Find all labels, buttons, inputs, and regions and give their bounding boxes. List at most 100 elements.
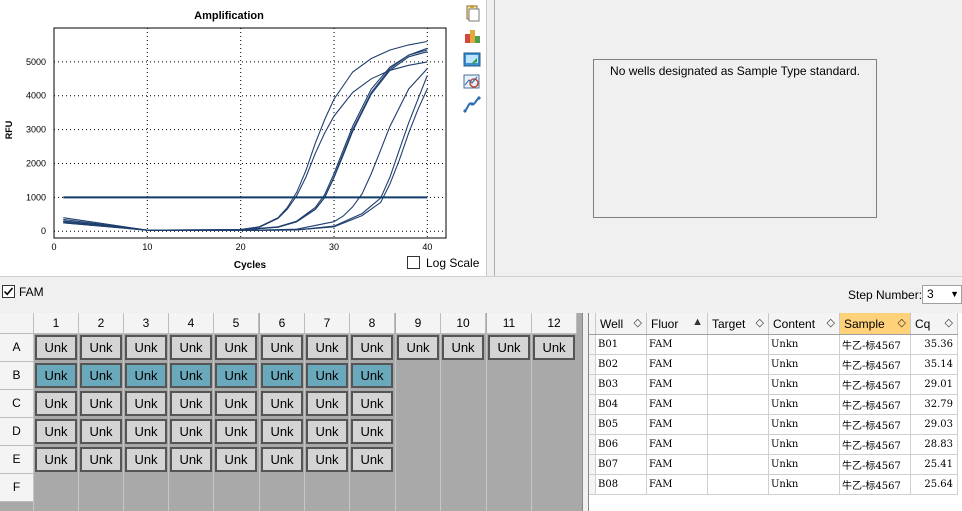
- plate-well-c8[interactable]: Unk: [351, 391, 393, 416]
- plate-column-header[interactable]: 2: [79, 313, 124, 334]
- plate-well-a5[interactable]: Unk: [215, 335, 257, 360]
- cell-cq: 28.83: [910, 434, 958, 455]
- plate-well-b6[interactable]: Unk: [261, 363, 303, 388]
- cell-well: B07: [595, 454, 647, 475]
- plate-well-d1[interactable]: Unk: [35, 419, 77, 444]
- plate-well-d7[interactable]: Unk: [306, 419, 348, 444]
- plate-well-a3[interactable]: Unk: [125, 335, 167, 360]
- plate-well-a4[interactable]: Unk: [170, 335, 212, 360]
- plate-column-header[interactable]: 5: [214, 313, 259, 334]
- x-tick-label: 40: [422, 242, 432, 252]
- plate-gridline: [486, 334, 487, 511]
- plate-column-header[interactable]: 6: [260, 313, 305, 334]
- plate-well-c1[interactable]: Unk: [35, 391, 77, 416]
- y-tick-label: 1000: [26, 192, 46, 202]
- plate-well-e5[interactable]: Unk: [215, 447, 257, 472]
- table-row[interactable]: B05 FAM Unkn 牛乙-标4567 29.03: [589, 414, 958, 435]
- plate-well-a9[interactable]: Unk: [397, 335, 439, 360]
- cell-content: Unkn: [768, 414, 840, 435]
- plate-well-a1[interactable]: Unk: [35, 335, 77, 360]
- log-scale-checkbox[interactable]: [407, 256, 420, 269]
- plate-well-b5[interactable]: Unk: [215, 363, 257, 388]
- plate-well-c6[interactable]: Unk: [261, 391, 303, 416]
- column-header-sample[interactable]: Sample ◇: [839, 313, 911, 335]
- plate-well-e6[interactable]: Unk: [261, 447, 303, 472]
- table-row[interactable]: B04 FAM Unkn 牛乙-标4567 32.79: [589, 394, 958, 415]
- save-image-icon[interactable]: [463, 50, 481, 71]
- plate-well-c5[interactable]: Unk: [215, 391, 257, 416]
- plate-well-d5[interactable]: Unk: [215, 419, 257, 444]
- plate-row-header[interactable]: D: [0, 418, 34, 446]
- cell-sample: 牛乙-标4567: [839, 474, 911, 495]
- amplification-chart[interactable]: Amplification RFU Cycles 0 10 20 30 40 0 1000 2…: [0, 0, 486, 276]
- plate-well-d6[interactable]: Unk: [261, 419, 303, 444]
- plate-well-b1[interactable]: Unk: [35, 363, 77, 388]
- plate-well-e1[interactable]: Unk: [35, 447, 77, 472]
- table-row[interactable]: B02 FAM Unkn 牛乙-标4567 35.14: [589, 354, 958, 375]
- plate-well-b2[interactable]: Unk: [80, 363, 122, 388]
- plate-well-b4[interactable]: Unk: [170, 363, 212, 388]
- plate-corner[interactable]: [0, 313, 34, 334]
- column-header-target[interactable]: Target ◇: [707, 313, 769, 335]
- plate-gridline: [304, 334, 305, 511]
- plate-well-d8[interactable]: Unk: [351, 419, 393, 444]
- plate-well-c3[interactable]: Unk: [125, 391, 167, 416]
- plate-column-header[interactable]: 12: [532, 313, 577, 334]
- plate-well-b8[interactable]: Unk: [351, 363, 393, 388]
- chart-settings-icon[interactable]: [463, 96, 481, 117]
- plate-well-a10[interactable]: Unk: [442, 335, 484, 360]
- sort-toggle-icon: ◇: [826, 317, 835, 329]
- plate-well-a2[interactable]: Unk: [80, 335, 122, 360]
- plate-row-header[interactable]: A: [0, 334, 34, 362]
- export-icon[interactable]: [463, 26, 481, 47]
- table-row[interactable]: B07 FAM Unkn 牛乙-标4567 25.41: [589, 454, 958, 475]
- plate-well-a12[interactable]: Unk: [533, 335, 575, 360]
- plate-well-a7[interactable]: Unk: [306, 335, 348, 360]
- plate-column-header[interactable]: 11: [487, 313, 532, 334]
- plate-well-e3[interactable]: Unk: [125, 447, 167, 472]
- column-header-label: Fluor: [651, 316, 679, 331]
- cell-cq: 32.79: [910, 394, 958, 415]
- plate-well-e7[interactable]: Unk: [306, 447, 348, 472]
- plate-well-b7[interactable]: Unk: [306, 363, 348, 388]
- step-number-select[interactable]: 3 ▼: [922, 285, 962, 304]
- column-header-content[interactable]: Content ◇: [768, 313, 840, 335]
- fam-checkbox[interactable]: [2, 285, 15, 298]
- plate-well-a11[interactable]: Unk: [488, 335, 530, 360]
- plate-column-header[interactable]: 9: [396, 313, 441, 334]
- table-row[interactable]: B08 FAM Unkn 牛乙-标4567 25.64: [589, 474, 958, 495]
- plate-well-d4[interactable]: Unk: [170, 419, 212, 444]
- zoom-chart-icon[interactable]: [463, 73, 481, 94]
- plate-well-a8[interactable]: Unk: [351, 335, 393, 360]
- copy-icon[interactable]: [463, 4, 481, 25]
- plate-row-header[interactable]: B: [0, 362, 34, 390]
- plate-row-header[interactable]: F: [0, 474, 34, 502]
- plate-column-header[interactable]: 8: [350, 313, 395, 334]
- plate-well-c2[interactable]: Unk: [80, 391, 122, 416]
- plate-column-header[interactable]: 7: [305, 313, 350, 334]
- table-row[interactable]: B01 FAM Unkn 牛乙-标4567 35.36: [589, 334, 958, 355]
- plate-well-c7[interactable]: Unk: [306, 391, 348, 416]
- plate-well-e4[interactable]: Unk: [170, 447, 212, 472]
- plate-well-a6[interactable]: Unk: [261, 335, 303, 360]
- cell-content: Unkn: [768, 454, 840, 475]
- column-header-well[interactable]: Well ◇: [595, 313, 647, 335]
- plate-column-header[interactable]: 3: [124, 313, 169, 334]
- plate-well-e8[interactable]: Unk: [351, 447, 393, 472]
- cell-cq: 35.36: [910, 334, 958, 355]
- plate-well-e2[interactable]: Unk: [80, 447, 122, 472]
- column-header-fluor[interactable]: Fluor ▲: [646, 313, 708, 335]
- plate-well-c4[interactable]: Unk: [170, 391, 212, 416]
- plate-well-d2[interactable]: Unk: [80, 419, 122, 444]
- plate-well-d3[interactable]: Unk: [125, 419, 167, 444]
- plate-row-header[interactable]: E: [0, 446, 34, 474]
- column-header-cq[interactable]: Cq ◇: [910, 313, 958, 335]
- table-row[interactable]: B06 FAM Unkn 牛乙-标4567 28.83: [589, 434, 958, 455]
- plate-well-b3[interactable]: Unk: [125, 363, 167, 388]
- table-row[interactable]: B03 FAM Unkn 牛乙-标4567 29.01: [589, 374, 958, 395]
- plate-column-header[interactable]: 1: [34, 313, 79, 334]
- plate-column-header[interactable]: 4: [169, 313, 214, 334]
- plate-row-header[interactable]: C: [0, 390, 34, 418]
- plate-column-header[interactable]: 10: [441, 313, 486, 334]
- sort-toggle-icon: ◇: [633, 317, 642, 329]
